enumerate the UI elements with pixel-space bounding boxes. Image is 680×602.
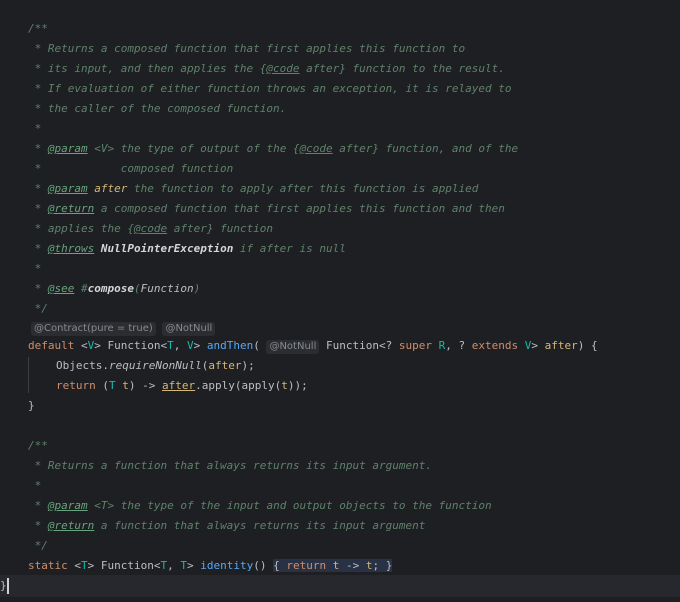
code-line-requirenonnull: Objects.requireNonNull(after); bbox=[56, 359, 255, 372]
doc-comment-close: */ bbox=[28, 539, 48, 552]
closing-brace: } bbox=[28, 399, 35, 412]
doc-comment-open: /** bbox=[28, 22, 48, 35]
doc-line: * bbox=[28, 262, 42, 275]
doc-line: * Returns a function that always returns… bbox=[28, 459, 432, 472]
doc-line: * composed function bbox=[28, 162, 234, 175]
notnull-param-hint[interactable]: @NotNull bbox=[266, 340, 320, 354]
doc-line-return: * @return a composed function that first… bbox=[28, 202, 505, 215]
method-signature-andthen: default <V> Function<T, V> andThen( @Not… bbox=[28, 339, 598, 354]
method-signature-identity: static <T> Function<T, T> identity() { r… bbox=[28, 559, 393, 572]
doc-line: * bbox=[28, 479, 42, 492]
doc-line: * applies the {@code after} function bbox=[28, 222, 274, 235]
indent-guide bbox=[28, 357, 29, 393]
code-line-return-lambda: return (T t) -> after.apply(apply(t)); bbox=[56, 379, 308, 392]
code-editor[interactable]: /** * Returns a composed function that f… bbox=[0, 0, 680, 602]
doc-line-param-t: * @param <T> the type of the input and o… bbox=[28, 499, 492, 512]
doc-line: * bbox=[28, 122, 42, 135]
current-line-highlight bbox=[0, 575, 680, 597]
doc-comment-open: /** bbox=[28, 439, 48, 452]
doc-line: * If evaluation of either function throw… bbox=[28, 82, 512, 95]
doc-line: * its input, and then applies the {@code… bbox=[28, 62, 505, 75]
text-caret bbox=[7, 578, 9, 594]
class-closing-brace: } bbox=[0, 579, 7, 592]
contract-hint[interactable]: @Contract(pure = true) bbox=[31, 322, 156, 336]
doc-line-return: * @return a function that always returns… bbox=[28, 519, 426, 532]
doc-line: * the caller of the composed function. bbox=[28, 102, 287, 115]
doc-line-see: * @see #compose(Function) bbox=[28, 282, 201, 295]
doc-line: * Returns a composed function that first… bbox=[28, 42, 466, 55]
doc-line-param-v: * @param <V> the type of output of the {… bbox=[28, 142, 519, 155]
doc-comment-close: */ bbox=[28, 302, 48, 315]
doc-line-param-after: * @param after the function to apply aft… bbox=[28, 182, 479, 195]
notnull-hint[interactable]: @NotNull bbox=[162, 322, 216, 336]
folded-body[interactable]: { return t -> t; } bbox=[273, 559, 393, 572]
annotation-hints: @Contract(pure = true) @NotNull bbox=[31, 321, 216, 336]
doc-line-throws: * @throws NullPointerException if after … bbox=[28, 242, 346, 255]
